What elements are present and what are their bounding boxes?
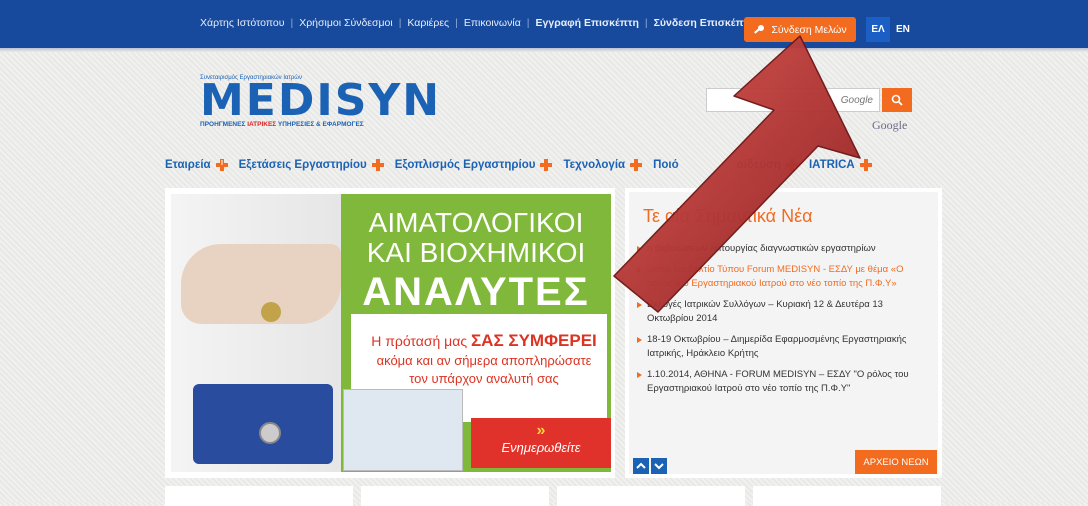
learn-more-label: Ενημερωθείτε [501, 440, 581, 455]
key-icon [754, 24, 765, 34]
news-archive-button[interactable]: ΑΡΧΕΙΟ ΝΕΩΝ [855, 450, 937, 474]
nav-item-label: Εξοπλισμός Εργαστηρίου [394, 159, 536, 171]
language-greek[interactable]: ΕΛ [866, 17, 890, 42]
link-careers[interactable]: Καριέρες [407, 17, 449, 29]
double-chevron-icon: » [536, 422, 546, 439]
analyzer-image [343, 389, 463, 471]
banner-offer-text: ακόμα και αν σήμερα αποπληρώσατε τον υπάρ… [359, 352, 609, 388]
search-input[interactable] [707, 89, 875, 111]
learn-more-button[interactable]: » Ενημερωθείτε [471, 418, 611, 468]
cross-icon [371, 159, 384, 171]
cross-icon [540, 159, 553, 171]
cross-icon [785, 159, 798, 171]
bottom-tile[interactable] [361, 486, 549, 506]
google-logo: Google [872, 118, 908, 132]
banner-line3: ΑΝΑΛΥΤΕΣ [362, 270, 590, 314]
news-panel: Τε αία Σημαντικά Νέα η βεβαιώσεων λειτου… [625, 188, 942, 478]
cross-icon [859, 159, 872, 171]
chevron-up-icon [636, 462, 646, 469]
nav-item-education[interactable]: αίδευση [737, 158, 799, 172]
news-item[interactable]: η βεβαιώσεων λειτουργίας διαγνωστικών ερ… [637, 242, 927, 256]
banner-offer-title: Η πρότασή μας ΣΑΣ ΣΥΜΦΕΡΕΙ [359, 331, 609, 351]
news-list: η βεβαιώσεων λειτουργίας διαγνωστικών ερ… [637, 242, 927, 403]
language-english[interactable]: EN [896, 17, 910, 42]
link-useful-links[interactable]: Χρήσιμοι Σύνδεσμοι [299, 17, 392, 29]
coin-image [261, 302, 281, 322]
cross-icon [215, 159, 228, 171]
offer-a: Η πρότασή μας [371, 333, 468, 349]
medisyn-logo[interactable]: Συνεταιρισμός Εργαστηριακών Ιατρών MEDIS… [200, 75, 441, 128]
main-navigation: Εταιρεία Εξετάσεις Εργαστηρίου Εξοπλισμό… [165, 158, 879, 172]
topbar-shadow [0, 48, 1088, 52]
news-item[interactable]: Εκλογές Ιατρικών Συλλόγων – Κυριακή 12 &… [637, 298, 927, 326]
member-login-label: Σύνδεση Μελών [771, 23, 847, 36]
search-button[interactable] [882, 88, 912, 112]
logo-wordmark: MEDISYN [200, 75, 442, 126]
nav-item-quality[interactable]: Ποιό [653, 159, 679, 171]
banner-line2: ΚΑΙ ΒΙΟΧΗΜΙΚΟΙ [366, 237, 586, 268]
search-icon [891, 94, 903, 106]
link-sitemap[interactable]: Χάρτης Ιστότοπου [200, 17, 284, 29]
nav-item-label: Εξετάσεις Εργαστηρίου [238, 159, 367, 171]
nav-item-label: Τεχνολογία [563, 159, 626, 171]
nav-item-lab-tests[interactable]: Εξετάσεις Εργαστηρίου [239, 158, 385, 172]
nav-item-lab-equipment[interactable]: Εξοπλισμός Εργαστηρίου [395, 158, 554, 172]
separator: | [398, 17, 402, 29]
scroll-up-button[interactable] [633, 458, 649, 474]
news-panel-inner: Τε αία Σημαντικά Νέα η βεβαιώσεων λειτου… [629, 192, 938, 474]
nav-item-label: αίδευση [736, 159, 781, 171]
link-contact[interactable]: Επικοινωνία [464, 17, 521, 29]
banner-headline: ΑΙΜΑΤΟΛΟΓΙΚΟΙ ΚΑΙ ΒΙΟΧΗΜΙΚΟΙ [341, 208, 611, 268]
offer-b: ΣΑΣ ΣΥΜΦΕΡΕΙ [470, 331, 597, 350]
link-visitor-login[interactable]: Σύνδεση Επισκέπτη [654, 17, 755, 29]
member-login-button[interactable]: Σύνδεση Μελών [744, 17, 856, 42]
offer-c: ακόμα και αν σήμερα αποπληρώσατε [376, 353, 592, 368]
search-field[interactable] [706, 88, 880, 112]
nav-item-iatrica[interactable]: IATRICA [809, 158, 873, 172]
utility-links: Χάρτης Ιστότοπου | Χρήσιμοι Σύνδεσμοι | Καρι… [200, 17, 755, 29]
logo-subtitle-b: ΙΑΤΡΙΚΕΣ [247, 121, 277, 128]
news-title: Τε αία Σημαντικά Νέα [643, 206, 813, 226]
news-item[interactable]: 1.10.2014, ΑΘΗΝΑ - FORUM MEDISYN – ΕΣΔΥ … [637, 368, 927, 396]
nav-item-label: Εταιρεία [165, 159, 211, 171]
nav-item-company[interactable]: Εταιρεία [165, 158, 229, 172]
separator: | [455, 17, 458, 29]
news-item[interactable]: ώσεις και Δελτίο Τύπου Forum MEDISYN - Ε… [637, 263, 927, 291]
separator: | [526, 17, 530, 29]
logo-subtitle-c: ΥΠΗΡΕΣΙΕΣ & ΕΦΑΡΜΟΓΕΣ [277, 121, 364, 128]
link-visitor-register[interactable]: Εγγραφή Επισκέπτη [536, 17, 639, 29]
promo-banner[interactable]: ΑΙΜΑΤΟΛΟΓΙΚΟΙ ΚΑΙ ΒΙΟΧΗΜΙΚΟΙ ΑΝΑΛΥΤΕΣ Η π… [165, 188, 615, 478]
lock-icon [259, 422, 281, 444]
scroll-down-button[interactable] [651, 458, 667, 474]
chevron-down-icon [654, 463, 664, 470]
nav-item-label: IATRICA [808, 159, 855, 171]
banner-line1: ΑΙΜΑΤΟΛΟΓΙΚΟΙ [368, 207, 584, 238]
nav-item-label: Ποιό [653, 159, 679, 171]
logo-subtitle-a: ΠΡΟΗΓΜΕΝΕΣ [200, 121, 246, 128]
separator: | [290, 17, 294, 29]
bottom-tile[interactable] [557, 486, 745, 506]
bottom-tile[interactable] [753, 486, 941, 506]
news-item[interactable]: 18-19 Οκτωβρίου – Διημερίδα Εφαρμοσμένης… [637, 333, 927, 361]
bottom-tile[interactable] [165, 486, 353, 506]
nav-item-technology[interactable]: Τεχνολογία [563, 158, 643, 172]
banner-image: ΑΙΜΑΤΟΛΟΓΙΚΟΙ ΚΑΙ ΒΙΟΧΗΜΙΚΟΙ ΑΝΑΛΥΤΕΣ Η π… [171, 194, 611, 472]
cross-icon [630, 159, 643, 171]
separator: | [644, 17, 648, 29]
offer-d: τον υπάρχον αναλυτή σας [409, 371, 559, 386]
